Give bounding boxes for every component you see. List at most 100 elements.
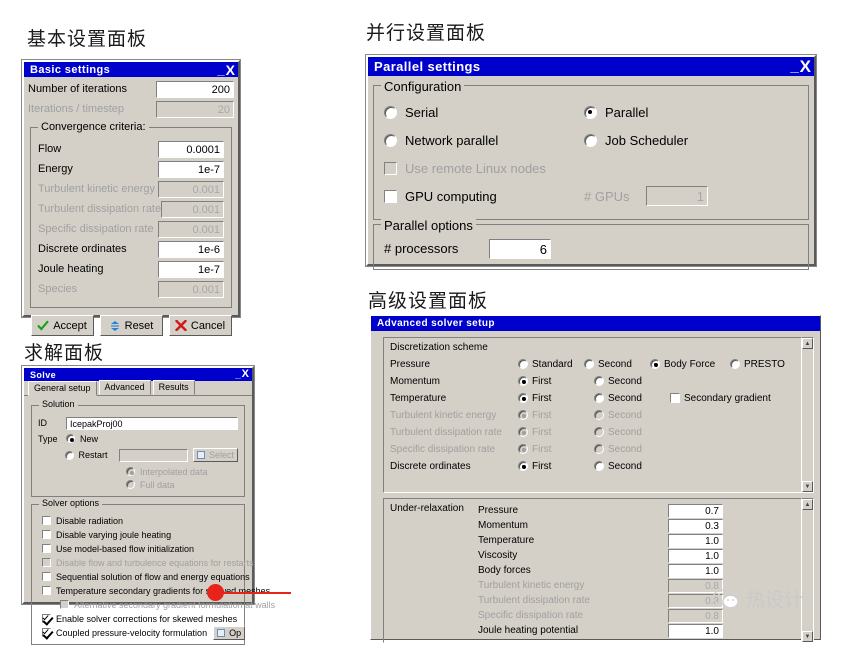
radio-icon[interactable]: [594, 376, 604, 386]
solver-option-control[interactable]: Disable radiation: [42, 516, 123, 526]
radio-icon[interactable]: [126, 480, 135, 489]
under-relaxation-input[interactable]: 1.0: [668, 548, 723, 563]
radio-icon[interactable]: [650, 359, 660, 369]
basic-settings-titlebar[interactable]: Basic settings _ X: [24, 62, 238, 77]
radio-icon[interactable]: [584, 359, 594, 369]
close-icon[interactable]: X: [800, 58, 811, 75]
checkbox-icon[interactable]: [42, 627, 51, 637]
radio-icon[interactable]: [518, 444, 528, 454]
discretization-scrollbar[interactable]: ▲ ▼: [801, 337, 814, 493]
radio-icon[interactable]: [584, 133, 597, 147]
radio-control[interactable]: Second: [594, 376, 670, 387]
under-relaxation-scrollbar[interactable]: ▲ ▼: [801, 498, 814, 643]
criteria-input[interactable]: 1e-6: [158, 240, 224, 258]
basic-field-input[interactable]: 20: [156, 100, 234, 118]
secondary-gradient-control[interactable]: Secondary gradient: [670, 393, 771, 404]
checkbox-icon[interactable]: [42, 530, 51, 539]
restart-data-option[interactable]: Interpolated data: [126, 465, 238, 478]
solver-option-control[interactable]: Alternative secondary gradient formulati…: [60, 600, 275, 610]
radio-icon[interactable]: [594, 427, 604, 437]
radio-control[interactable]: First: [518, 461, 594, 472]
radio-icon[interactable]: [584, 105, 597, 119]
radio-control-job-scheduler[interactable]: Job Scheduler: [584, 133, 784, 148]
checkbox-icon[interactable]: [42, 544, 51, 553]
cancel-button[interactable]: Cancel: [168, 315, 232, 336]
type-restart-radio-control[interactable]: Restart: [64, 450, 120, 460]
options-button[interactable]: Op: [213, 625, 246, 640]
scroll-up-icon[interactable]: ▲: [802, 499, 813, 510]
radio-icon[interactable]: [518, 427, 528, 437]
criteria-input[interactable]: 0.001: [161, 200, 224, 218]
close-icon[interactable]: X: [242, 369, 249, 380]
radio-icon[interactable]: [518, 393, 528, 403]
checkbox-icon[interactable]: [670, 393, 680, 403]
restart-file-input[interactable]: [119, 448, 188, 462]
under-relaxation-input[interactable]: 0.7: [668, 503, 723, 518]
type-new-radio-control[interactable]: New: [66, 434, 98, 444]
under-relaxation-input[interactable]: 0.8: [668, 608, 723, 623]
under-relaxation-input[interactable]: 0.8: [668, 578, 723, 593]
checkbox-control-gpu-computing[interactable]: GPU computing: [384, 189, 584, 204]
radio-control[interactable]: Body Force: [650, 359, 730, 370]
radio-control[interactable]: First: [518, 444, 594, 455]
radio-icon[interactable]: [518, 376, 528, 386]
under-relaxation-input[interactable]: 1.0: [668, 533, 723, 548]
radio-icon[interactable]: [594, 410, 604, 420]
criteria-input[interactable]: 1e-7: [158, 260, 224, 278]
checkbox-icon[interactable]: [42, 516, 51, 525]
radio-icon[interactable]: [66, 434, 75, 443]
radio-control[interactable]: Second: [594, 410, 670, 421]
gpus-input[interactable]: 1: [646, 186, 708, 206]
minimize-icon[interactable]: _: [217, 63, 224, 76]
radio-control[interactable]: Second: [594, 393, 670, 404]
radio-control[interactable]: Second: [594, 427, 670, 438]
checkbox-icon[interactable]: [42, 572, 51, 581]
radio-control[interactable]: First: [518, 393, 594, 404]
close-icon[interactable]: X: [226, 63, 235, 77]
solver-option-control[interactable]: Disable varying joule heating: [42, 530, 171, 540]
radio-control[interactable]: PRESTO: [730, 359, 800, 370]
radio-control[interactable]: Second: [584, 359, 650, 370]
checkbox-icon[interactable]: [42, 613, 51, 623]
scroll-down-icon[interactable]: ▼: [802, 631, 813, 642]
radio-icon[interactable]: [384, 133, 397, 147]
criteria-input[interactable]: 0.001: [158, 220, 224, 238]
radio-control-serial[interactable]: Serial: [384, 105, 584, 120]
restart-data-option[interactable]: Full data: [126, 478, 238, 491]
processors-input[interactable]: 6: [489, 238, 551, 259]
checkbox-icon[interactable]: [42, 586, 51, 595]
scroll-down-icon[interactable]: ▼: [802, 481, 813, 492]
radio-control[interactable]: Second: [594, 444, 670, 455]
tab-advanced[interactable]: Advanced: [98, 380, 151, 395]
minimize-icon[interactable]: _: [790, 59, 798, 74]
solution-id-input[interactable]: IcepakProj00: [66, 416, 238, 430]
radio-icon[interactable]: [518, 461, 528, 471]
radio-control[interactable]: Standard: [518, 359, 584, 370]
basic-field-input[interactable]: 200: [156, 80, 234, 98]
solver-option-control[interactable]: Coupled pressure-velocity formulation: [42, 628, 207, 638]
radio-icon[interactable]: [594, 393, 604, 403]
scroll-up-icon[interactable]: ▲: [802, 338, 813, 349]
checkbox-control-use-remote-linux-nodes[interactable]: Use remote Linux nodes: [384, 161, 584, 176]
solver-option-control[interactable]: Sequential solution of flow and energy e…: [42, 572, 250, 582]
radio-control[interactable]: First: [518, 427, 594, 438]
criteria-input[interactable]: 1e-7: [158, 160, 224, 178]
radio-icon[interactable]: [384, 105, 397, 119]
solver-option-control[interactable]: Enable solver corrections for skewed mes…: [42, 614, 237, 624]
checkbox-icon[interactable]: [42, 558, 51, 567]
checkbox-icon[interactable]: [60, 600, 69, 609]
radio-icon[interactable]: [730, 359, 740, 369]
radio-control-network-parallel[interactable]: Network parallel: [384, 133, 584, 148]
under-relaxation-input[interactable]: 0.3: [668, 518, 723, 533]
advanced-solver-titlebar[interactable]: Advanced solver setup: [371, 316, 820, 331]
radio-icon[interactable]: [594, 444, 604, 454]
radio-icon[interactable]: [518, 410, 528, 420]
radio-icon[interactable]: [594, 461, 604, 471]
under-relaxation-input[interactable]: 1.0: [668, 563, 723, 578]
solver-option-control[interactable]: Disable flow and turbulence equations fo…: [42, 558, 254, 568]
reset-button[interactable]: Reset: [99, 315, 163, 336]
under-relaxation-input[interactable]: 1.0: [668, 623, 723, 638]
radio-icon[interactable]: [126, 467, 135, 476]
radio-control[interactable]: Second: [594, 461, 670, 472]
tab-results[interactable]: Results: [152, 380, 195, 395]
